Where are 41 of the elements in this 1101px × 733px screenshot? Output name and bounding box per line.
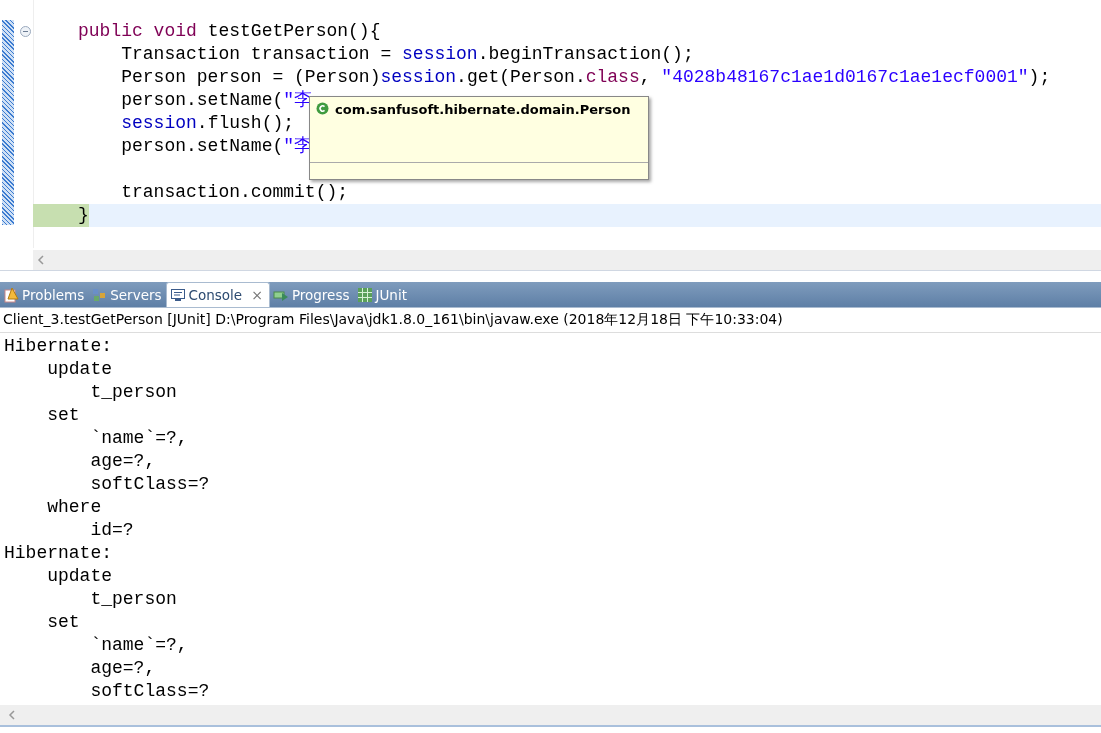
grid-icon (356, 286, 373, 303)
view-tab[interactable]: Progress (269, 282, 354, 307)
horizontal-scrollbar[interactable] (33, 250, 1101, 270)
console-output-line: age=?, (89, 657, 156, 680)
view-tab[interactable]: Problems (0, 282, 89, 307)
console-output-line: `name`=?, (89, 427, 188, 450)
console-output-line: update (46, 565, 113, 588)
console-output-line: softClass=? (89, 680, 210, 703)
console-output-line: where (46, 496, 102, 519)
console-icon (169, 287, 186, 303)
scroll-left-icon[interactable] (37, 255, 45, 265)
scroll-left-icon[interactable] (8, 710, 16, 720)
tooltip-text: com.sanfusoft.hibernate.domain.Person (335, 102, 631, 117)
console-header: Client_3.testGetPerson [JUnit] D:\Program Files\Java\jdk1.8.0_161\bin\javaw.exe (2018年12月18日 下午10:33:04) (0, 308, 1101, 333)
close-tab-button[interactable]: × (251, 287, 263, 303)
view-tab[interactable]: JUnit (353, 282, 411, 307)
code-line: transaction.commit(); (120, 182, 349, 202)
console-output-line: id=? (89, 519, 134, 542)
console-output-line: set (46, 404, 80, 427)
console-output-line: Hibernate: (4, 542, 113, 565)
code-line: Transaction transaction = session.beginTransaction(); (120, 44, 694, 64)
warning-icon (3, 286, 19, 303)
servers-icon (91, 286, 108, 303)
view-tab[interactable]: Console × (165, 282, 270, 307)
console-output-line: `name`=?, (89, 634, 188, 657)
code-line: } (78, 205, 89, 225)
console-output-line: Hibernate: (4, 335, 113, 358)
horizontal-scrollbar[interactable] (0, 705, 1101, 727)
console-output-line: t_person (89, 381, 177, 404)
view-tab[interactable]: Servers (88, 282, 166, 307)
code-line: session.flush(); (120, 113, 295, 133)
console-output-line: update (46, 358, 113, 381)
code-line: person.setName("李 (120, 90, 313, 110)
code-line: public void testGetPerson(){ (78, 21, 381, 41)
console-output-line: age=?, (89, 450, 156, 473)
class-icon (316, 102, 329, 115)
console-output-line: softClass=? (89, 473, 210, 496)
code-line: Person person = (Person)session.get(Person.class, "4028b48167c1ae1d0167c1ae1ecf0001"); (120, 67, 1051, 87)
console-output-line: set (46, 611, 80, 634)
console-output-line: t_person (89, 588, 177, 611)
collapse-icon[interactable] (20, 26, 31, 37)
